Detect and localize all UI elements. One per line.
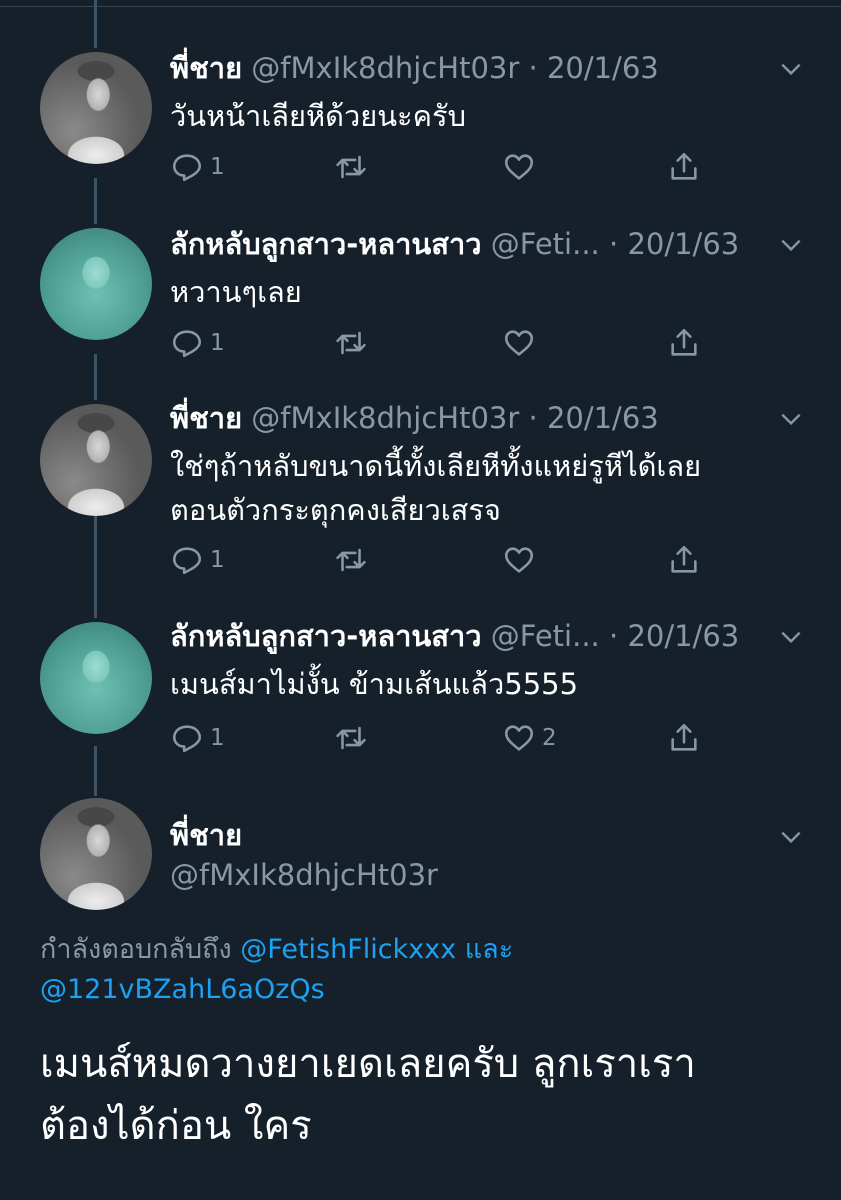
reply-button[interactable]: 1 [170,720,225,756]
retweet-button[interactable] [334,720,368,756]
chevron-down-icon[interactable] [778,824,804,850]
main-tweet-text: เมนส์หมดวางยาเยดเลยครับ ลูกเราเรา ต้องได… [40,1033,820,1157]
tweet-text: เมนส์มาไม่งั้น ข้ามเส้นแล้ว5555 [170,662,578,706]
retweet-icon [336,726,366,750]
separator-dot: · [609,619,619,653]
display-name[interactable]: ลักหลับลูกสาว-หลานสาว [170,619,482,653]
mention-conjunction: และ [464,934,514,965]
mention-link[interactable]: @121vBZahL6aOzQs [40,974,325,1005]
share-button[interactable] [667,720,701,756]
avatar[interactable] [40,622,152,734]
replying-prefix: กำลังตอบกลับถึง [40,934,232,965]
like-icon [504,725,534,751]
replying-to: กำลังตอบกลับถึง @FetishFlickxxx และ @121… [40,930,820,1010]
main-tweet-text-line: ต้องได้ก่อน ใคร [40,1103,312,1149]
user-handle[interactable]: @Feti... [491,619,600,653]
main-tweet-text-line: เมนส์หมดวางยาเยดเลยครับ ลูกเราเรา [40,1041,696,1087]
tweet-date[interactable]: 20/1/63 [627,619,739,653]
tweet-header: ลักหลับลูกสาว-หลานสาว @Feti... · 20/1/63 [170,616,739,656]
like-count: 2 [542,725,557,751]
tweet-text-line: เมนส์มาไม่งั้น ข้ามเส้นแล้ว5555 [170,667,579,701]
display-name[interactable]: พี่ชาย [170,815,242,855]
reply-count: 1 [210,725,225,751]
tweet-actions: 1 2 [170,720,730,756]
avatar[interactable] [40,798,152,910]
user-handle[interactable]: @fMxIk8dhjcHt03r [170,855,438,895]
reply-icon [172,725,202,753]
mention-link[interactable]: @FetishFlickxxx [240,934,456,965]
chevron-down-icon[interactable] [778,624,804,650]
like-button[interactable]: 2 [502,720,557,756]
reply-tweet[interactable]: ลักหลับลูกสาว-หลานสาว @Feti... · 20/1/63… [0,0,841,790]
share-icon [671,723,697,751]
